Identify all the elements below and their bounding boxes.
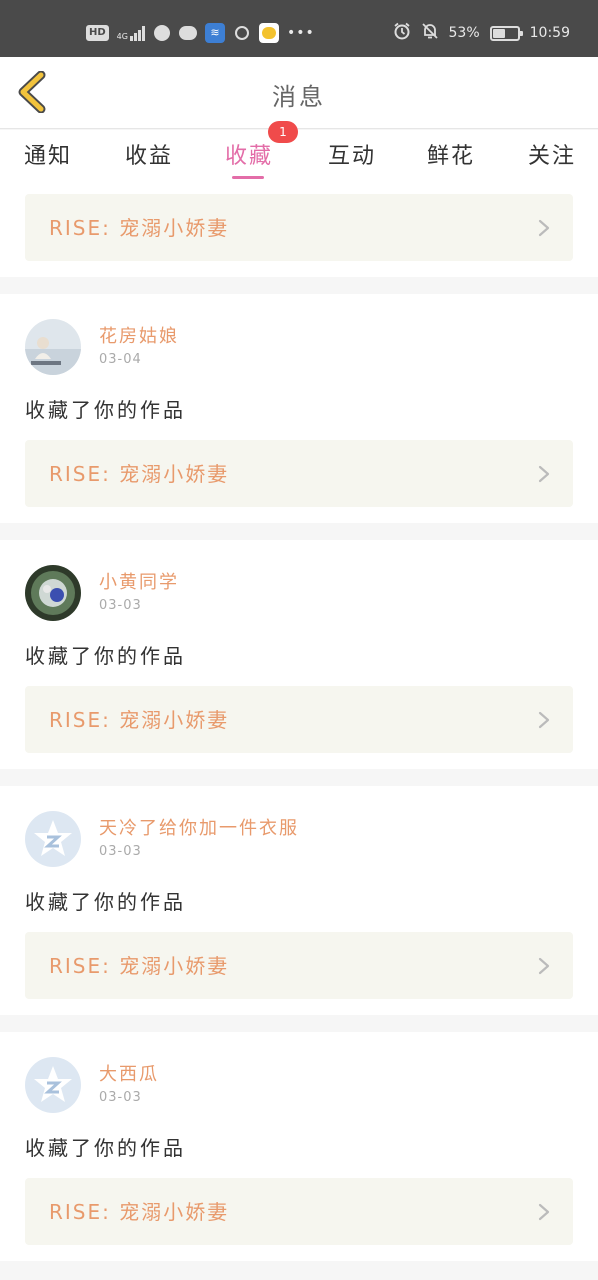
chevron-right-icon [538,711,550,729]
message-date: 03-03 [99,1090,142,1105]
tab-following[interactable]: 关注 [528,138,576,170]
signal-icon: 4G [117,25,145,41]
tab-favorites[interactable]: 收藏 [225,138,273,170]
tab-active-indicator [232,176,264,179]
message-date: 03-03 [99,598,142,613]
blue-app-icon: ≋ [204,23,225,43]
work-title: RISE: 宠溺小娇妻 [49,216,230,240]
list-item: 大西瓜 03-03 收藏了你的作品 RISE: 宠溺小娇妻 [0,1032,598,1261]
tab-flowers[interactable]: 鲜花 [427,138,475,170]
wechat-icon [178,24,197,42]
status-bar-right: 53% 10:59 [393,22,570,44]
page-title: 消息 [272,83,326,111]
avatar[interactable] [25,811,81,867]
tab-bar: 通知 收益 收藏 互动 鲜花 关注 [0,130,598,180]
hd-icon: HD [86,25,109,41]
list-item: RISE: 宠溺小娇妻 [0,180,598,277]
clock: 10:59 [529,25,570,41]
message-date: 03-04 [99,352,142,367]
list-item: 天冷了给你加一件衣服 03-03 收藏了你的作品 RISE: 宠溺小娇妻 [0,786,598,1015]
battery-icon [489,25,523,41]
work-title: RISE: 宠溺小娇妻 [49,954,230,978]
search-icon [233,24,251,42]
action-text: 收藏了你的作品 [25,644,186,668]
work-link[interactable]: RISE: 宠溺小娇妻 [25,932,573,999]
globe-icon [153,24,171,42]
avatar[interactable] [25,1057,81,1113]
chevron-right-icon [538,219,550,237]
avatar[interactable] [25,565,81,621]
status-bar-left: HD 4G ≋ ••• [86,22,315,44]
action-text: 收藏了你的作品 [25,398,186,422]
chevron-right-icon [538,957,550,975]
user-name[interactable]: 小黄同学 [99,568,179,594]
yellow-app-icon [258,23,279,43]
app-header: 消息 [0,57,598,129]
work-title: RISE: 宠溺小娇妻 [49,1200,230,1224]
action-text: 收藏了你的作品 [25,890,186,914]
more-icon: ••• [286,25,315,41]
avatar[interactable] [25,319,81,375]
mute-icon [421,22,439,44]
tab-notifications[interactable]: 通知 [24,138,72,170]
network-label: 4G [116,32,128,41]
work-link[interactable]: RISE: 宠溺小娇妻 [25,440,573,507]
chevron-right-icon [538,1203,550,1221]
message-date: 03-03 [99,844,142,859]
status-bar: HD 4G ≋ ••• 53% 10:59 [0,0,598,57]
user-name[interactable]: 大西瓜 [99,1060,159,1086]
user-name[interactable]: 天冷了给你加一件衣服 [99,814,299,840]
battery-percent: 53% [448,25,480,41]
tab-earnings[interactable]: 收益 [125,138,173,170]
tab-interactions[interactable]: 互动 [328,138,376,170]
list-item: 小黄同学 03-03 收藏了你的作品 RISE: 宠溺小娇妻 [0,540,598,769]
list-item: 花房姑娘 03-04 收藏了你的作品 RISE: 宠溺小娇妻 [0,294,598,523]
work-title: RISE: 宠溺小娇妻 [49,708,230,732]
work-title: RISE: 宠溺小娇妻 [49,462,230,486]
favorites-badge: 1 [268,121,298,143]
chevron-right-icon [538,465,550,483]
action-text: 收藏了你的作品 [25,1136,186,1160]
work-link[interactable]: RISE: 宠溺小娇妻 [25,194,573,261]
work-link[interactable]: RISE: 宠溺小娇妻 [25,686,573,753]
user-name[interactable]: 花房姑娘 [99,322,179,348]
work-link[interactable]: RISE: 宠溺小娇妻 [25,1178,573,1245]
alarm-icon [393,22,411,44]
